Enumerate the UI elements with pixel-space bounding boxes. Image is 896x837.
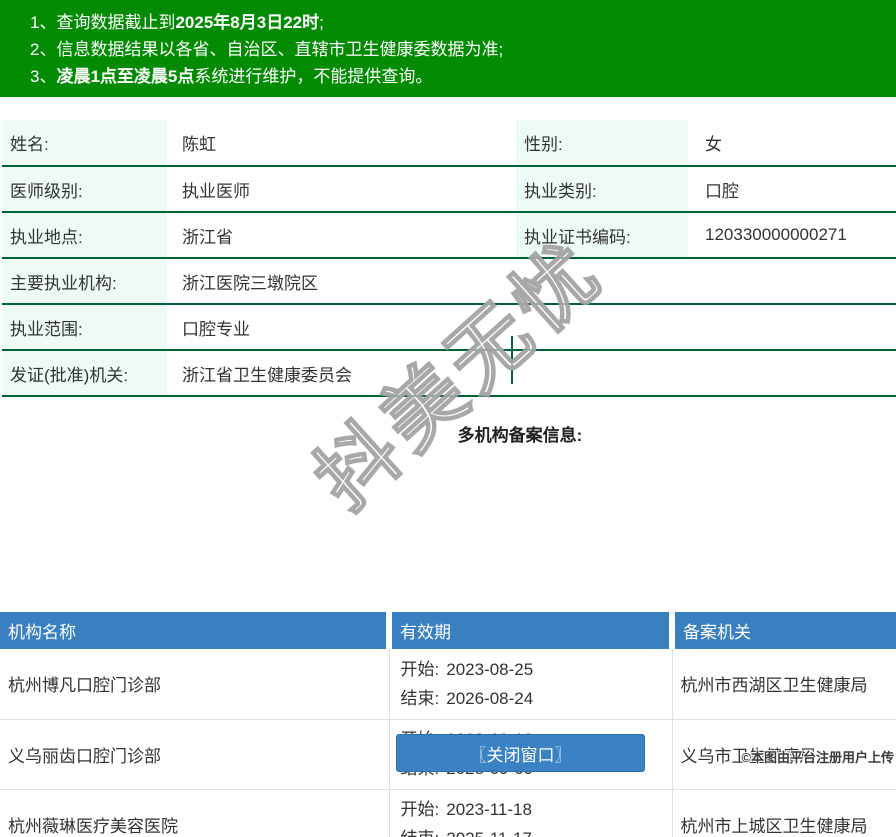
table-row: 主要执业机构: 浙江医院三墩院区 [2,258,896,304]
start-label: 开始: [401,660,440,679]
start-date: 2023-11-18 [446,800,532,819]
table-row: 医师级别: 执业医师 执业类别: 口腔 [2,166,896,212]
field-label-issuing-authority: 发证(批准)机关: [2,350,167,396]
notice-text: 信息数据结果以各省、自治区、直辖市卫生健康委数据为准; [56,40,503,59]
filing-row: 杭州博凡口腔门诊部 开始: 2023-08-25 结束: 2026-08-24 杭州… [0,649,896,719]
filing-table: 机构名称 有效期 备案机关 杭州博凡口腔门诊部 开始: 2023-08-25 结束… [0,612,896,837]
field-label-name: 姓名: [2,120,167,166]
notice-number: 3、 [30,67,56,86]
start-date-line: 开始: 2023-11-18 [401,795,672,824]
field-label-gender: 性别: [516,120,688,166]
end-date: 2025-11-17 [446,829,532,837]
notice-line-1: 1、查询数据截止到2025年8月3日22时; [30,9,896,36]
field-value-name: 陈虹 [167,120,516,166]
section-title-multi-institution: 多机构备案信息: [0,421,896,446]
end-date-line: 结束: 2025-11-17 [401,824,672,837]
notice-bold-text: 凌晨1点至凌晨5点 [56,67,194,86]
empty-cell [516,258,688,304]
notice-text: ; [319,13,324,32]
filing-header-row: 机构名称 有效期 备案机关 [0,612,896,649]
notice-number: 2、 [30,40,56,59]
query-result-panel: 姓名: 陈虹 性别: 女 医师级别: 执业医师 执业类别: 口腔 执业地点: 浙… [0,120,896,446]
practitioner-info-table: 姓名: 陈虹 性别: 女 医师级别: 执业医师 执业类别: 口腔 执业地点: 浙… [2,120,896,397]
field-label-practice-type: 执业类别: [516,166,688,212]
field-label-main-institution: 主要执业机构: [2,258,167,304]
field-value-practice-place: 浙江省 [167,212,516,258]
field-value-gender: 女 [688,120,896,166]
empty-cell [516,304,688,350]
start-label: 开始: [401,800,440,819]
end-date: 2026-08-24 [446,689,533,708]
table-row: 发证(批准)机关: 浙江省卫生健康委员会 [2,350,896,396]
field-value-certificate-no: 120330000000271 [688,212,896,258]
filing-row: 杭州薇琳医疗美容医院 开始: 2023-11-18 结束: 2025-11-17 杭… [0,789,896,837]
field-label-practice-scope: 执业范围: [2,304,167,350]
notice-line-3: 3、凌晨1点至凌晨5点系统进行维护，不能提供查询。 [30,63,896,90]
empty-cell [688,258,896,304]
empty-cell [516,350,688,396]
field-label-certificate-no: 执业证书编码: [516,212,688,258]
start-date-line: 开始: 2023-08-25 [401,655,672,684]
field-label-practice-place: 执业地点: [2,212,167,258]
notice-banner: 1、查询数据截止到2025年8月3日22时; 2、信息数据结果以各省、自治区、直… [0,0,896,97]
table-row: 姓名: 陈虹 性别: 女 [2,120,896,166]
field-value-issuing-authority: 浙江省卫生健康委员会 [167,350,516,396]
end-date-line: 结束: 2026-08-24 [401,684,672,713]
filing-table-viewport: 机构名称 有效期 备案机关 杭州博凡口腔门诊部 开始: 2023-08-25 结束… [0,612,896,837]
field-value-practice-type: 口腔 [688,166,896,212]
field-value-practice-scope: 口腔专业 [167,304,516,350]
empty-cell [688,304,896,350]
empty-cell [688,350,896,396]
institution-name: 义乌丽齿口腔门诊部 [0,719,389,789]
close-window-button[interactable]: 〖关闭窗口〗 [396,734,645,772]
start-date: 2023-08-25 [446,660,533,679]
filing-authority: 杭州市西湖区卫生健康局 [672,649,896,719]
institution-name: 杭州博凡口腔门诊部 [0,649,389,719]
table-row: 执业范围: 口腔专业 [2,304,896,350]
end-label: 结束: [401,689,440,708]
column-header-institution: 机构名称 [0,612,389,649]
field-value-main-institution: 浙江医院三墩院区 [167,258,516,304]
notice-text: 系统进行维护，不能提供查询。 [194,67,432,86]
row-divider-line [511,336,513,384]
end-label: 结束: [401,829,440,837]
notice-number: 1、 [30,13,56,32]
column-header-authority: 备案机关 [672,612,896,649]
uploader-note: ©本图由平台注册用户上传 [741,747,894,766]
notice-bold-text: 2025年8月3日22时 [175,13,319,32]
validity-period: 开始: 2023-11-18 结束: 2025-11-17 [389,789,672,837]
table-row: 执业地点: 浙江省 执业证书编码: 120330000000271 [2,212,896,258]
filing-authority: 杭州市上城区卫生健康局 [672,789,896,837]
notice-line-2: 2、信息数据结果以各省、自治区、直辖市卫生健康委数据为准; [30,36,896,63]
institution-name: 杭州薇琳医疗美容医院 [0,789,389,837]
column-header-validity: 有效期 [389,612,672,649]
field-value-doctor-level: 执业医师 [167,166,516,212]
validity-period: 开始: 2023-08-25 结束: 2026-08-24 [389,649,672,719]
notice-text: 查询数据截止到 [56,13,175,32]
field-label-doctor-level: 医师级别: [2,166,167,212]
